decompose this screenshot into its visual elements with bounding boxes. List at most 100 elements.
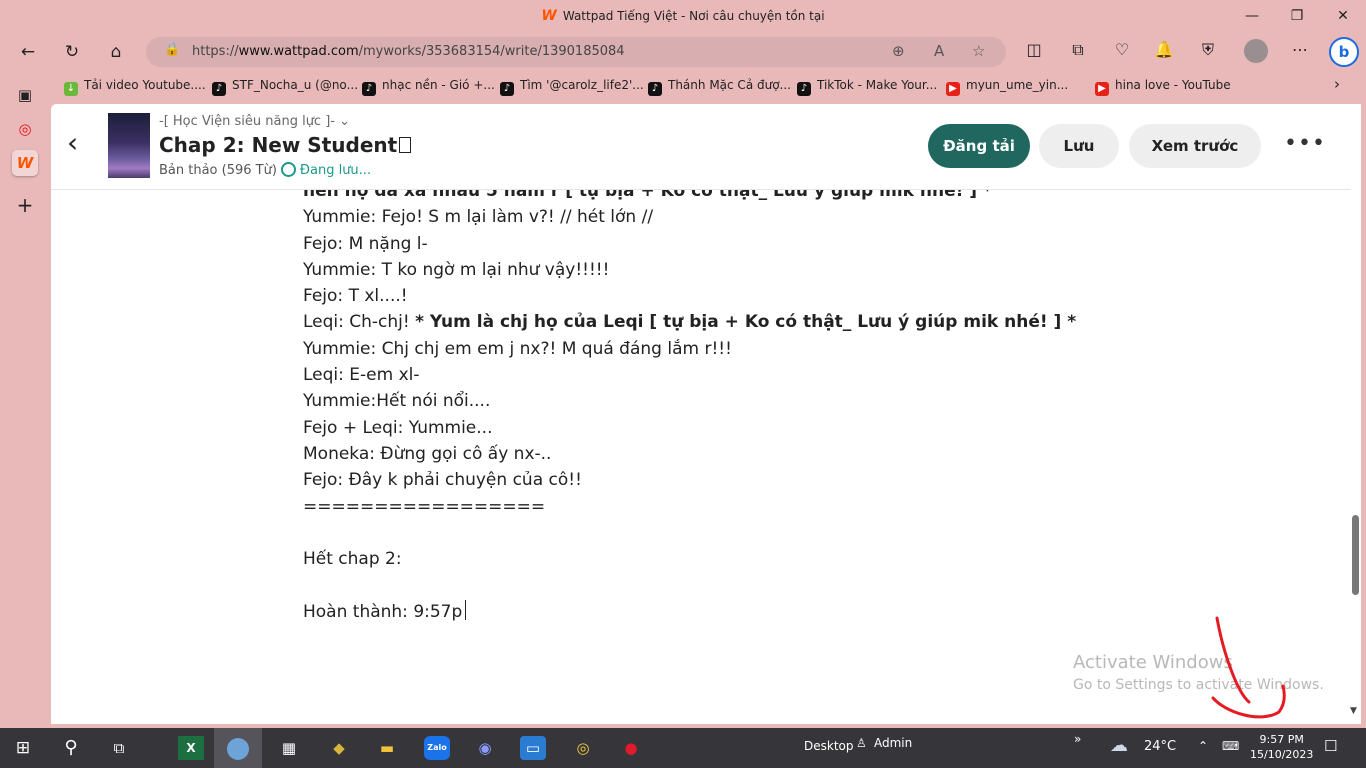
bing-icon[interactable]: b xyxy=(1329,37,1359,67)
editor-line: Yummie: Fejo! S m lại làm v?! // hét lớn… xyxy=(303,207,654,228)
zoom-icon[interactable]: ⊕ xyxy=(892,42,905,60)
editor-line: Yummie: Chj chj em em j nx?! M quá đáng … xyxy=(303,338,732,359)
favorite-star-icon[interactable]: ☆ xyxy=(972,42,985,60)
windows-start-icon[interactable]: ⊞ xyxy=(10,736,36,760)
editor-line: Leqi: E-em xl- xyxy=(303,365,420,386)
save-button[interactable]: Lưu xyxy=(1039,124,1119,168)
editor-line: Fejo: Đây k phải chuyện của cô!! xyxy=(303,470,582,491)
more-options-icon[interactable]: ••• xyxy=(1284,131,1326,156)
chart-app-icon[interactable]: ▦ xyxy=(276,736,302,760)
tab-actions-icon[interactable]: ▣ xyxy=(12,82,38,108)
favorite-item[interactable]: ♪ TikTok - Make Your... xyxy=(797,78,937,96)
desktop-toolbar-label[interactable]: Desktop xyxy=(804,739,854,753)
editor-line: Yummie:Hết nói nổi.... xyxy=(303,391,491,412)
tray-expand-icon[interactable]: ⌃ xyxy=(1198,739,1208,753)
notifications-bell-icon[interactable]: 🔔 xyxy=(1152,40,1176,59)
edge-browser-icon[interactable] xyxy=(214,728,262,768)
maximize-button[interactable]: ❐ xyxy=(1282,6,1312,26)
window-titlebar: W Wattpad Tiếng Việt - Nơi câu chuyện tồn… xyxy=(0,0,1366,33)
story-cover-image xyxy=(108,113,150,178)
notification-center-icon[interactable]: ☐ xyxy=(1324,737,1337,755)
favorites-bar: ↓ Tải video Youtube.... ♪ STF_Nocha_u (@no… xyxy=(50,72,1366,100)
saving-status: Đang lưu... xyxy=(299,163,372,178)
excel-icon[interactable]: X xyxy=(178,736,204,760)
red-scribble-annotation xyxy=(1211,616,1286,719)
tiktok-icon: ♪ xyxy=(212,82,226,96)
youtube-icon: ▶ xyxy=(1095,82,1109,96)
collections-icon[interactable]: ⧉ xyxy=(1066,40,1090,60)
editor-line: Fejo + Leqi: Yummie... xyxy=(303,417,493,438)
scroll-down-arrow-icon[interactable]: ▼ xyxy=(1350,706,1357,716)
new-tab-plus-icon[interactable]: + xyxy=(12,192,38,218)
read-aloud-icon[interactable]: A xyxy=(934,42,944,60)
lock-icon: 🔒 xyxy=(164,42,181,57)
chevron-down-icon: ⌄ xyxy=(339,114,351,129)
editor-line: Fejo: T xl....! xyxy=(303,286,408,307)
split-screen-icon[interactable]: ◫ xyxy=(1022,40,1046,59)
favorite-item[interactable]: ▶ hina love - YouTube xyxy=(1095,78,1231,96)
preview-button[interactable]: Xem trước xyxy=(1129,124,1261,168)
editor-line: Leqi: Ch-chj! * Yum là chj họ của Leqi [… xyxy=(303,312,1077,333)
close-button[interactable]: ✕ xyxy=(1328,6,1358,26)
weather-cloud-icon[interactable]: ☁ xyxy=(1110,735,1128,756)
extensions-icon[interactable]: ♡ xyxy=(1110,40,1134,59)
game-app-icon[interactable]: ◆ xyxy=(326,736,352,760)
zalo-icon[interactable]: Zalo xyxy=(424,736,450,760)
address-bar[interactable]: 🔒 https://www.wattpad.com/myworks/353683… xyxy=(146,37,1006,67)
opera-tab-icon[interactable]: ◎ xyxy=(12,116,38,142)
search-icon[interactable]: ⚲ xyxy=(58,736,84,760)
story-title-dropdown[interactable]: -[ Học Viện siêu năng lực ]- ⌄ xyxy=(159,114,350,129)
scrollbar-thumb[interactable] xyxy=(1352,515,1359,595)
editor-line: Hết chap 2: xyxy=(303,549,402,570)
chapter-title[interactable]: Chap 2: New Student xyxy=(159,133,412,157)
favorite-item[interactable]: ♪ STF_Nocha_u (@no... xyxy=(212,78,358,96)
publish-button[interactable]: Đăng tải xyxy=(928,124,1030,168)
admin-label[interactable]: Admin xyxy=(874,736,912,750)
weather-temp[interactable]: 24°C xyxy=(1144,739,1176,754)
story-title: -[ Học Viện siêu năng lực ]- xyxy=(159,114,335,129)
back-chevron-icon[interactable]: ‹ xyxy=(67,126,78,159)
saving-spinner-icon xyxy=(280,162,296,177)
windows-taskbar: ⊞ ⚲ ⧉ X ▦ ◆ ▬ Zalo ◉ ▭ ◎ ● Desktop ♙ Adm… xyxy=(0,728,1366,768)
text-cursor xyxy=(465,599,467,620)
favorite-item[interactable]: ▶ myun_ume_yin... xyxy=(946,78,1068,96)
favorite-item[interactable]: ♪ Tìm '@carolz_life2'... xyxy=(500,78,644,96)
favorite-item[interactable]: ↓ Tải video Youtube.... xyxy=(64,78,206,96)
chapter-text-editor[interactable]: nên họ đã xa nhau 5 năm r [ tự bịa + Ko … xyxy=(303,178,1103,625)
refresh-icon[interactable]: ↻ xyxy=(58,39,86,65)
favorites-more-chevron-icon[interactable]: › xyxy=(1334,75,1340,93)
home-icon[interactable]: ⌂ xyxy=(102,39,130,65)
window-title-text: Wattpad Tiếng Việt - Nơi câu chuyện tồn … xyxy=(562,9,825,23)
back-arrow-icon[interactable]: ← xyxy=(14,39,42,65)
wattpad-tab-icon[interactable]: W xyxy=(12,150,38,176)
profile-avatar[interactable] xyxy=(1244,39,1268,63)
minimize-button[interactable]: — xyxy=(1237,6,1267,26)
favorite-item[interactable]: ♪ Thánh Mặc Cả đượ... xyxy=(648,78,791,96)
file-explorer-icon[interactable]: ▬ xyxy=(374,736,400,760)
chrome-icon[interactable]: ◎ xyxy=(570,736,596,760)
tiktok-icon: ♪ xyxy=(797,82,811,96)
discord-icon[interactable]: ◉ xyxy=(472,736,498,760)
editor-line: Yummie: T ko ngờ m lại như vậy!!!!! xyxy=(303,259,610,280)
apple-app-icon[interactable]: ● xyxy=(618,736,644,760)
user-icon: ♙ xyxy=(856,736,867,750)
tab-sidebar: ▣ ◎ W + xyxy=(0,72,50,726)
browser-essentials-icon[interactable]: ⛨ xyxy=(1196,40,1220,60)
editor-line: Moneka: Đừng gọi cô ấy nx-.. xyxy=(303,443,552,464)
remote-app-icon[interactable]: ▭ xyxy=(520,736,546,760)
task-view-icon[interactable]: ⧉ xyxy=(106,736,132,760)
more-menu-icon[interactable]: ⋯ xyxy=(1288,40,1312,59)
tiktok-icon: ♪ xyxy=(648,82,662,96)
keyboard-icon[interactable]: ⌨ xyxy=(1222,739,1239,753)
wattpad-editor-page: ‹ -[ Học Viện siêu năng lực ]- ⌄ Chap 2:… xyxy=(51,104,1361,724)
draft-status: Bản thảo (596 Từ) Đang lưu... xyxy=(159,162,372,178)
page-scrollbar[interactable] xyxy=(1351,190,1361,720)
toolbar-overflow-icon[interactable]: » xyxy=(1074,732,1081,746)
system-clock[interactable]: 9:57 PM 15/10/2023 xyxy=(1250,732,1313,762)
editor-header: ‹ -[ Học Viện siêu năng lực ]- ⌄ Chap 2:… xyxy=(51,104,1351,190)
favorite-item[interactable]: ♪ nhạc nền - Gió +... xyxy=(362,78,495,96)
youtube-icon: ▶ xyxy=(946,82,960,96)
wattpad-logo-icon: W xyxy=(541,8,557,24)
